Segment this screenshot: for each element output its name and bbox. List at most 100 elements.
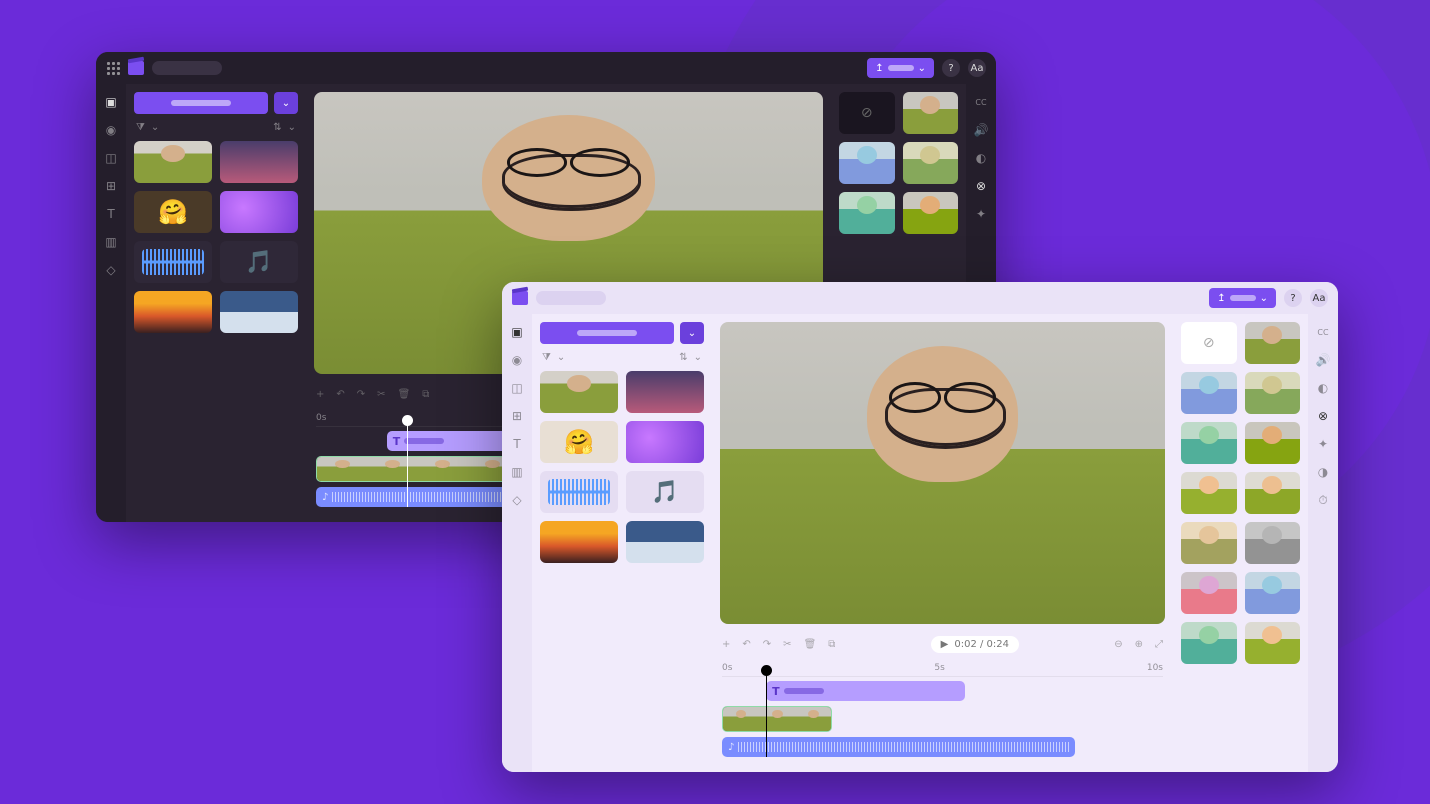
filter-icon[interactable]: ⧩ — [136, 122, 145, 133]
filter-tile[interactable] — [903, 192, 959, 234]
media-thumb[interactable]: 🤗 — [134, 191, 212, 233]
add-icon[interactable]: + — [722, 639, 730, 650]
project-title[interactable] — [536, 291, 606, 305]
import-dropdown[interactable]: ⌄ — [274, 92, 298, 114]
redo-button[interactable]: ↷ — [763, 639, 771, 650]
app-logo-icon[interactable] — [128, 61, 144, 75]
help-button[interactable]: ? — [942, 59, 960, 77]
filter-tile[interactable] — [1245, 572, 1301, 614]
rail-templates[interactable]: ⊞ — [103, 178, 119, 194]
rail-filters[interactable]: ⊗ — [973, 178, 989, 194]
rail-audio[interactable]: 🔊 — [1315, 352, 1331, 368]
media-thumb[interactable] — [220, 141, 298, 183]
filter-tile[interactable] — [839, 192, 895, 234]
rail-text[interactable]: T — [103, 206, 119, 222]
export-button[interactable]: ↥⌄ — [1209, 288, 1276, 308]
export-button[interactable]: ↥⌄ — [867, 58, 934, 78]
rail-color[interactable]: ◐ — [973, 150, 989, 166]
text-settings-button[interactable]: Aa — [1310, 289, 1328, 307]
filter-none[interactable]: ⊘ — [1181, 322, 1237, 364]
video-clip[interactable] — [316, 456, 518, 482]
redo-button[interactable]: ↷ — [357, 389, 365, 400]
media-thumb[interactable]: 🎵 — [220, 241, 298, 283]
add-icon[interactable]: + — [316, 389, 324, 400]
timeline[interactable]: 0s 5s 10s T — [712, 657, 1173, 772]
text-settings-button[interactable]: Aa — [968, 59, 986, 77]
media-thumb[interactable] — [134, 141, 212, 183]
filter-tile[interactable] — [903, 142, 959, 184]
rail-media[interactable]: ▣ — [103, 94, 119, 110]
import-dropdown[interactable]: ⌄ — [680, 322, 704, 344]
rail-captions[interactable]: CC — [973, 94, 989, 110]
filter-tile[interactable] — [1245, 372, 1301, 414]
import-media-button[interactable] — [134, 92, 268, 114]
filter-tile[interactable] — [1245, 322, 1301, 364]
rail-filters[interactable]: ⊗ — [1315, 408, 1331, 424]
undo-button[interactable]: ↶ — [336, 389, 344, 400]
media-thumb[interactable] — [626, 371, 704, 413]
filter-tile[interactable] — [1245, 422, 1301, 464]
help-button[interactable]: ? — [1284, 289, 1302, 307]
filter-tile[interactable] — [1181, 422, 1237, 464]
video-clip[interactable] — [722, 706, 832, 732]
rail-overlay[interactable]: ◫ — [103, 150, 119, 166]
import-media-button[interactable] — [540, 322, 674, 344]
copy-button[interactable]: ⧉ — [422, 389, 429, 400]
filter-tile[interactable] — [1245, 472, 1301, 514]
video-preview[interactable] — [720, 322, 1165, 624]
fit-button[interactable]: ⤢ — [1155, 639, 1163, 650]
filter-tile[interactable] — [1181, 472, 1237, 514]
zoom-out-button[interactable]: ⊖ — [1114, 639, 1122, 650]
filter-tile[interactable] — [1181, 372, 1237, 414]
playhead[interactable] — [407, 417, 408, 507]
rail-record[interactable]: ◉ — [509, 352, 525, 368]
undo-button[interactable]: ↶ — [742, 639, 750, 650]
media-thumb[interactable] — [220, 291, 298, 333]
copy-button[interactable]: ⧉ — [828, 639, 835, 650]
filter-tile[interactable] — [903, 92, 959, 134]
media-thumb[interactable] — [134, 291, 212, 333]
rail-adjust[interactable]: ◑ — [1315, 464, 1331, 480]
rail-transitions[interactable]: ▥ — [103, 234, 119, 250]
filter-tile[interactable] — [1181, 572, 1237, 614]
playback-control[interactable]: ▶0:02 / 0:24 — [931, 636, 1019, 653]
rail-speed[interactable]: ⏱ — [1315, 492, 1331, 508]
project-title[interactable] — [152, 61, 222, 75]
sort-icon[interactable]: ⇅ — [679, 352, 687, 363]
rail-effects[interactable]: ✦ — [973, 206, 989, 222]
rail-captions[interactable]: CC — [1315, 324, 1331, 340]
zoom-in-button[interactable]: ⊕ — [1135, 639, 1143, 650]
rail-audio[interactable]: 🔊 — [973, 122, 989, 138]
playhead[interactable] — [766, 667, 767, 757]
media-thumb[interactable] — [540, 521, 618, 563]
filter-tile[interactable] — [1245, 622, 1301, 664]
rail-transitions[interactable]: ▥ — [509, 464, 525, 480]
app-logo-icon[interactable] — [512, 291, 528, 305]
filter-tile[interactable] — [1181, 522, 1237, 564]
media-thumb[interactable] — [540, 471, 618, 513]
split-button[interactable]: ✂ — [783, 639, 791, 650]
filter-icon[interactable]: ⧩ — [542, 352, 551, 363]
rail-brand[interactable]: ◇ — [103, 262, 119, 278]
rail-brand[interactable]: ◇ — [509, 492, 525, 508]
rail-overlay[interactable]: ◫ — [509, 380, 525, 396]
sort-icon[interactable]: ⇅ — [273, 122, 281, 133]
media-thumb[interactable] — [626, 521, 704, 563]
rail-effects[interactable]: ✦ — [1315, 436, 1331, 452]
rail-color[interactable]: ◐ — [1315, 380, 1331, 396]
media-thumb[interactable] — [220, 191, 298, 233]
filter-tile[interactable] — [839, 142, 895, 184]
text-clip[interactable]: T — [766, 681, 964, 701]
media-thumb[interactable] — [626, 421, 704, 463]
split-button[interactable]: ✂ — [377, 389, 385, 400]
media-thumb[interactable]: 🎵 — [626, 471, 704, 513]
media-thumb[interactable] — [134, 241, 212, 283]
rail-text[interactable]: T — [509, 436, 525, 452]
media-thumb[interactable]: 🤗 — [540, 421, 618, 463]
filter-none[interactable]: ⊘ — [839, 92, 895, 134]
app-launcher-icon[interactable] — [106, 61, 120, 75]
delete-button[interactable]: 🗑 — [398, 389, 411, 400]
rail-record[interactable]: ◉ — [103, 122, 119, 138]
rail-templates[interactable]: ⊞ — [509, 408, 525, 424]
media-thumb[interactable] — [540, 371, 618, 413]
